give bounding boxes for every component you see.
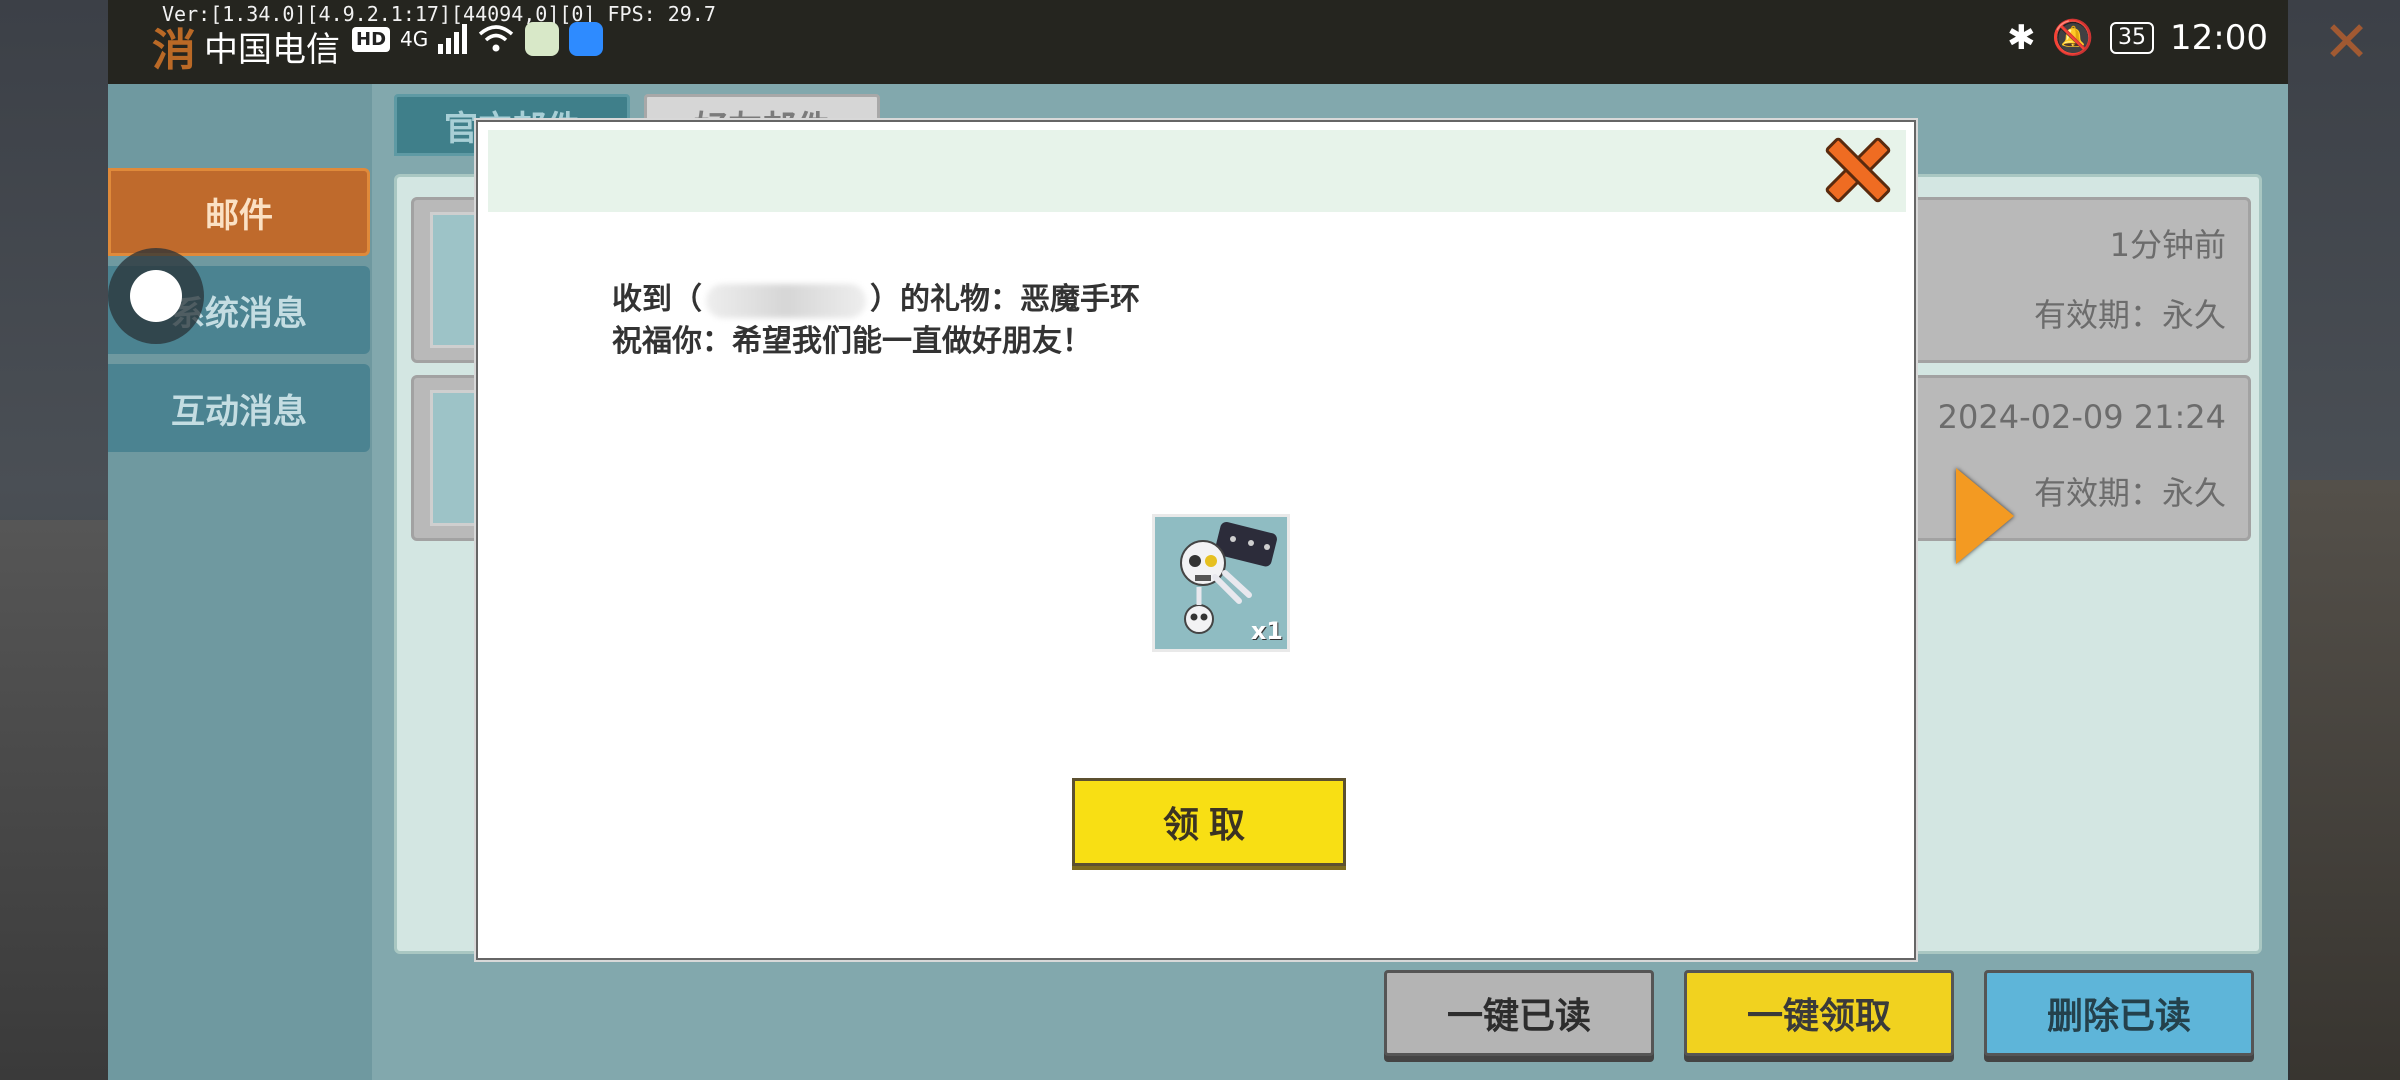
clock: 12:00	[2170, 18, 2268, 58]
mail-item-time: 2024-02-09 21:24	[1937, 398, 2226, 436]
mail-item-expiry: 有效期：永久	[2033, 474, 2226, 512]
close-icon[interactable]	[1822, 134, 1886, 198]
floating-assistive-button[interactable]	[108, 248, 204, 344]
scene-building-right	[2290, 480, 2400, 1080]
gift-count: x1	[1250, 617, 1283, 645]
scene-building-left	[0, 520, 110, 1080]
delete-read-button[interactable]: 删除已读	[1984, 970, 2254, 1056]
network-type: 4G	[400, 27, 429, 51]
status-icons-left: HD 4G	[352, 22, 604, 56]
mail-item-time: 1分钟前	[2109, 226, 2226, 264]
dialog-header	[488, 130, 1906, 212]
gift-message-prefix: 收到（	[612, 282, 702, 317]
hd-badge: HD	[352, 26, 391, 52]
mark-all-read-button[interactable]: 一键已读	[1384, 970, 1654, 1056]
weather-notification-icon	[569, 22, 604, 56]
claim-button[interactable]: 领取	[1072, 778, 1346, 866]
mute-bell-icon: 🔕	[2051, 18, 2095, 58]
battery-indicator: 35	[2110, 22, 2155, 54]
sidebar: 邮件 系统消息 互动消息	[108, 84, 372, 1080]
sender-name-blurred	[706, 283, 866, 318]
status-bar: 消 Ver:[1.34.0][4.9.2.1:17][44094,0][0] F…	[108, 0, 2288, 84]
gift-mail-dialog: 收到（ ）的礼物：恶魔手环 祝福你：希望我们能一直做好朋友！ x1 领取	[476, 120, 1916, 960]
carrier-name: 中国电信	[204, 30, 340, 70]
claim-all-button[interactable]: 一键领取	[1684, 970, 1954, 1056]
status-icons-right: ✱ 🔕 35 12:00	[2007, 18, 2268, 58]
sidebar-item-interaction-messages[interactable]: 互动消息	[108, 364, 370, 452]
gift-item-slot[interactable]: x1	[1152, 514, 1290, 652]
app-notification-icon	[525, 22, 560, 56]
gift-message-suffix: ）的礼物：恶魔手环	[870, 282, 1140, 317]
signal-icon	[438, 24, 468, 54]
wifi-icon	[479, 25, 514, 52]
mail-item-expiry: 有效期：永久	[2033, 296, 2226, 334]
next-page-arrow-icon[interactable]	[1956, 468, 2014, 564]
gift-message-line2: 祝福你：希望我们能一直做好朋友！	[612, 324, 1092, 359]
bluetooth-icon: ✱	[2007, 18, 2036, 58]
gift-message-line1: 收到（ ）的礼物：恶魔手环	[612, 274, 1140, 318]
sidebar-item-mail[interactable]: 邮件	[108, 168, 370, 256]
window-close-icon[interactable]: ✕	[2323, 10, 2370, 75]
